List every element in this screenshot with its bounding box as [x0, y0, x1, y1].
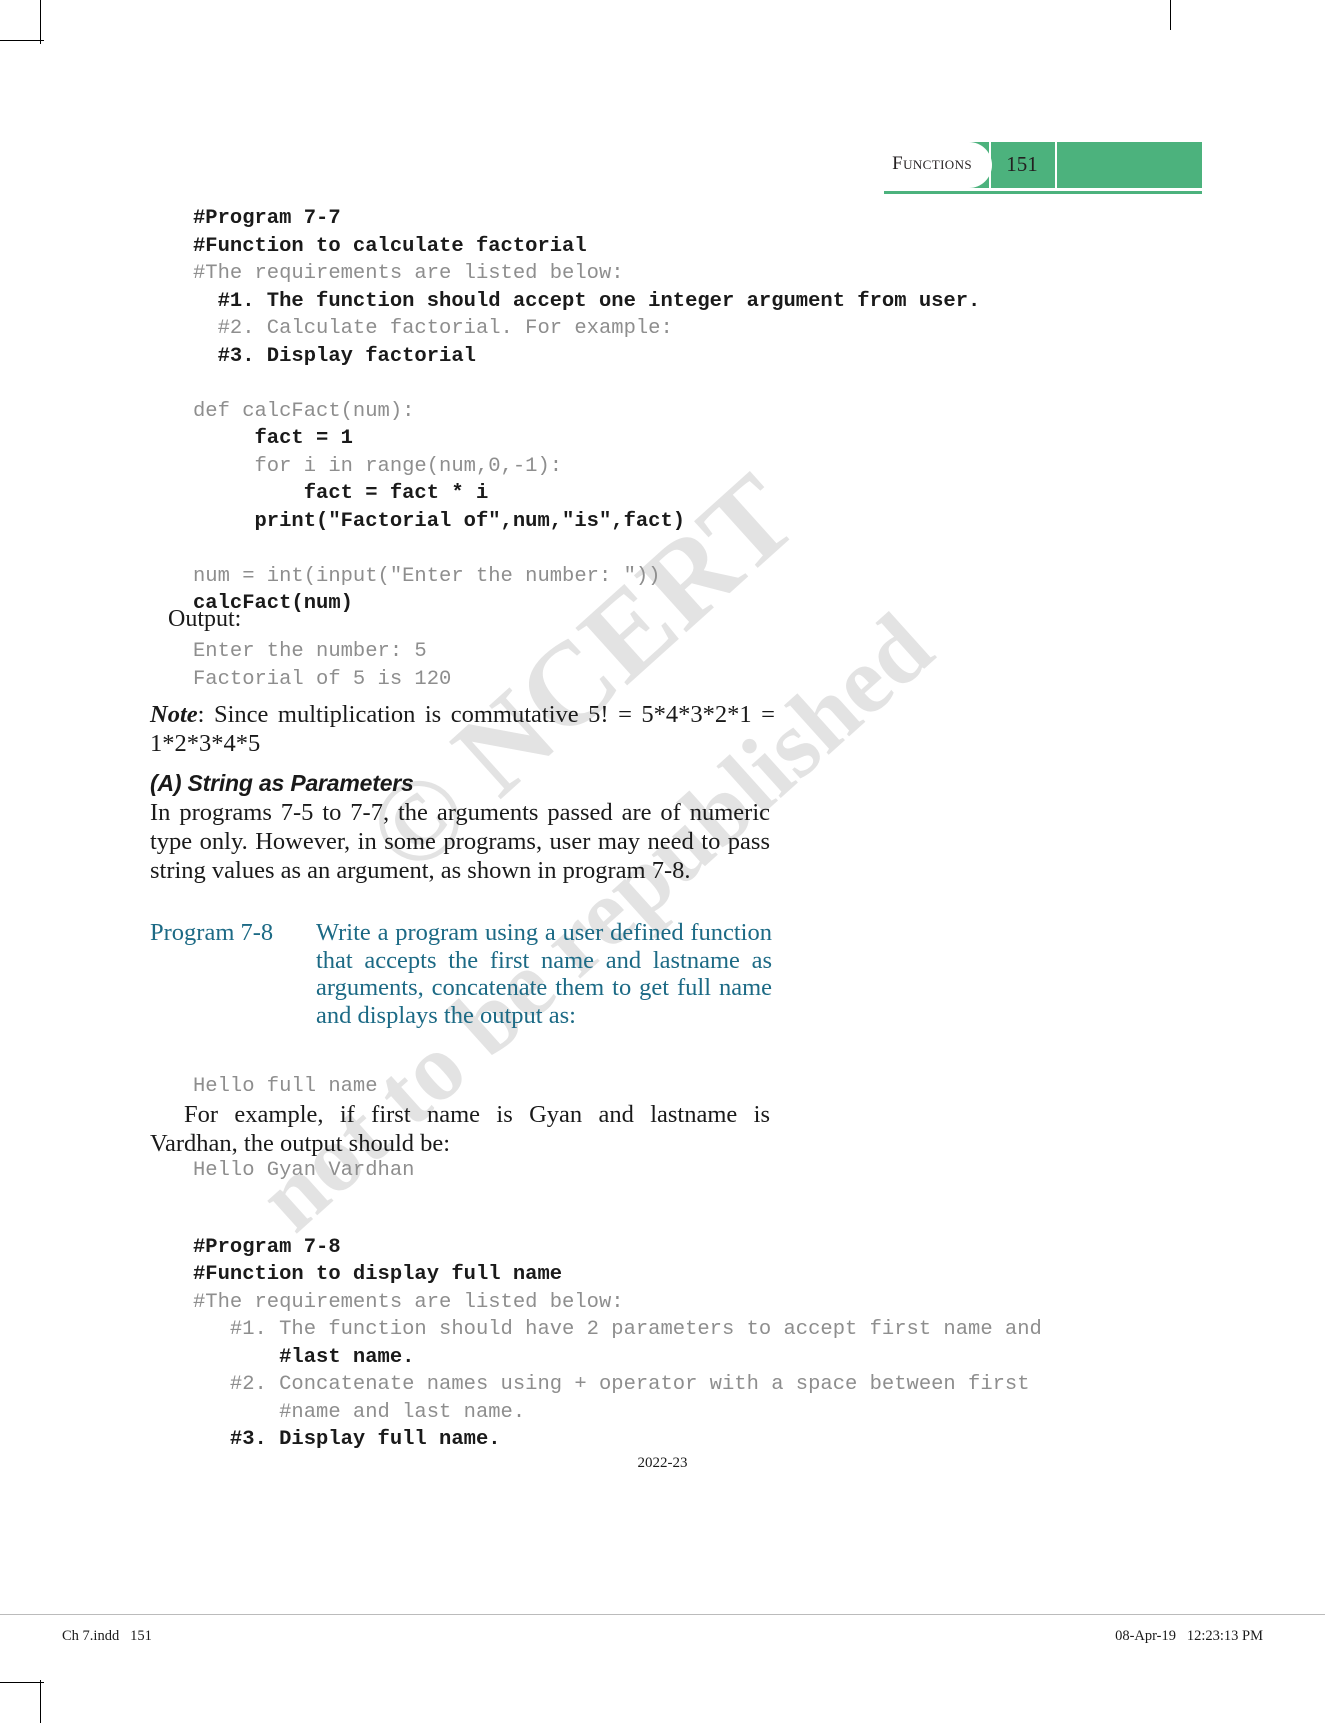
page-number: 151: [1006, 152, 1038, 176]
crop-mark-top-left-horizontal: [0, 40, 44, 41]
code-line: #3. Display factorial: [193, 344, 476, 368]
note-label: Note: [150, 701, 198, 728]
code-line: #last name.: [193, 1345, 415, 1369]
header-separator-right: [1055, 142, 1057, 188]
code-line: def calcFact(num):: [193, 399, 415, 423]
output-line: Enter the number: 5: [193, 640, 427, 663]
code-line: #Function to calculate factorial: [193, 234, 587, 258]
code-line: #3. Display full name.: [193, 1428, 501, 1451]
section-heading-string-as-parameters: (A) String as Parameters: [150, 770, 414, 796]
program-7-8-description: Write a program using a user defined fun…: [316, 919, 772, 1029]
crop-mark-top-left-vertical: [40, 0, 41, 44]
code-line: #The requirements are listed below:: [193, 262, 624, 285]
code-line: fact = 1: [193, 427, 353, 450]
code-line: fact = fact * i: [193, 482, 489, 505]
code-line: #The requirements are listed below:: [193, 1290, 624, 1314]
code-line: #1. The function should accept one integ…: [193, 289, 981, 313]
code-line: calcFact(num): [193, 592, 353, 615]
sample-output-hello-gyan-vardhan: Hello Gyan Vardhan: [193, 1157, 414, 1185]
output-line: Hello full name: [193, 1075, 378, 1098]
footer-file-info: Ch 7.indd 151: [62, 1628, 152, 1644]
program-7-8-label: Program 7-8: [150, 919, 274, 946]
output-line: Factorial of 5 is 120: [193, 667, 452, 691]
output-line: Hello Gyan Vardhan: [193, 1159, 415, 1182]
code-line: #2. Calculate factorial. For example:: [193, 317, 673, 340]
document-page: © NCERT not to be republished Functions …: [0, 0, 1325, 1723]
code-line: #2. Concatenate names using + operator w…: [193, 1373, 1030, 1396]
header-chapter-title: Functions: [892, 153, 972, 174]
intro-paragraph: In programs 7-5 to 7-7, the arguments pa…: [150, 799, 770, 884]
code-block-program-7-8: #Program 7-8 #Function to display full na…: [193, 1206, 1042, 1454]
code-line: #name and last name.: [193, 1400, 526, 1424]
footer-timestamp: 08-Apr-19 12:23:13 PM: [1115, 1628, 1263, 1644]
code-block-program-7-7: #Program 7-7 #Function to calculate facto…: [193, 205, 980, 618]
code-line: print("Factorial of",num,"is",fact): [193, 509, 686, 533]
output-label: Output:: [168, 606, 242, 632]
example-paragraph: For example, if first name is Gyan and l…: [150, 1100, 770, 1158]
crop-mark-bottom-left-horizontal: [0, 1682, 44, 1683]
header-underline-rule: [884, 191, 1202, 194]
crop-mark-top-right-vertical: [1170, 0, 1171, 30]
code-line: #1. The function should have 2 parameter…: [193, 1318, 1042, 1341]
sample-output-hello-full-name: Hello full name: [193, 1073, 378, 1101]
footer-year: 2022-23: [637, 1455, 688, 1471]
code-line: #Program 7-7: [193, 207, 341, 230]
code-line: for i in range(num,0,-1):: [193, 454, 563, 478]
code-line: num = int(input("Enter the number: ")): [193, 564, 661, 588]
code-line: #Function to display full name: [193, 1263, 563, 1286]
note-paragraph: Note: Since multiplication is commutativ…: [150, 700, 775, 758]
crop-mark-bottom-left-vertical: [40, 1680, 41, 1723]
output-block-program-7-7: Enter the number: 5 Factorial of 5 is 120: [193, 638, 451, 693]
note-text: : Since multiplication is commutative 5!…: [150, 701, 775, 757]
example-paragraph-text: For example, if first name is Gyan and l…: [150, 1101, 770, 1157]
footer-divider: [0, 1614, 1325, 1615]
code-line: #Program 7-8: [193, 1235, 341, 1259]
